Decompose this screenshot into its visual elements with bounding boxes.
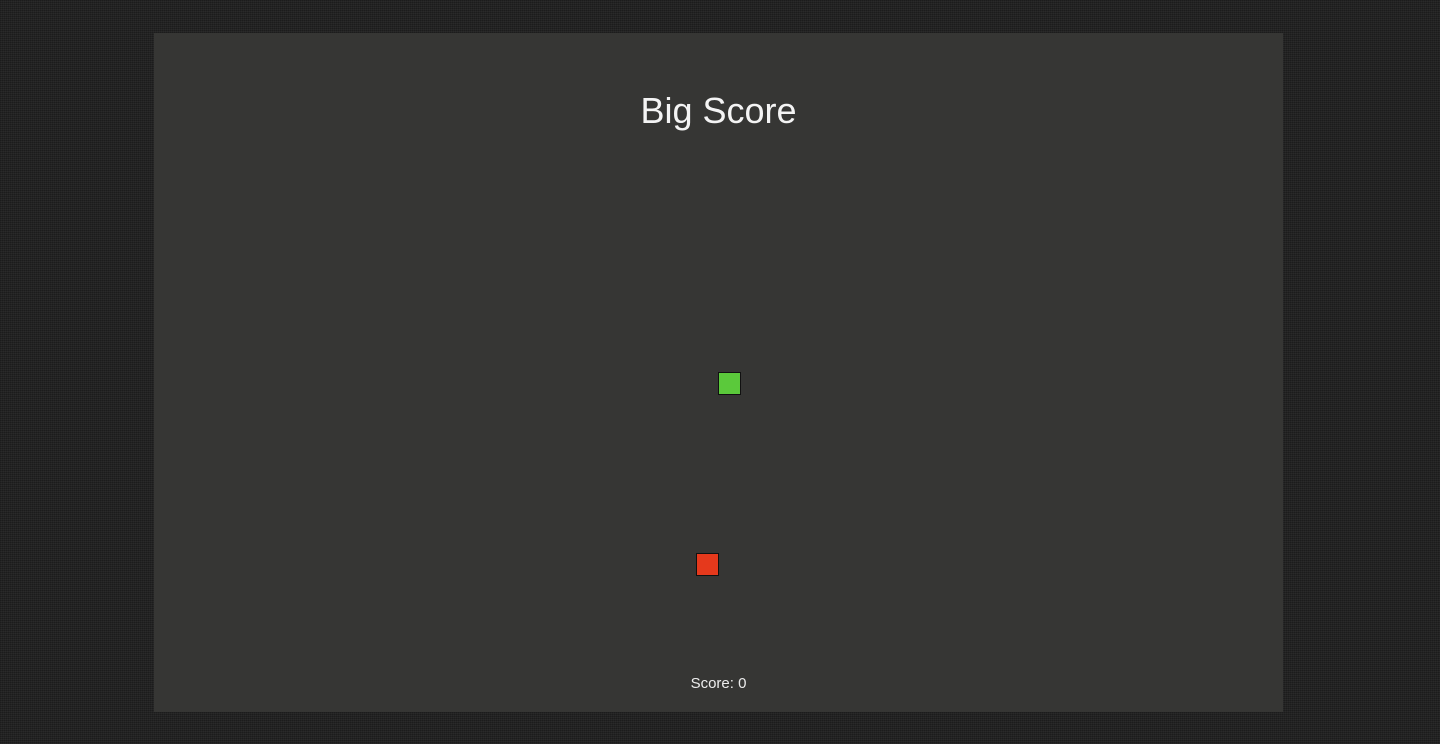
game-board[interactable]: Big Score Score: 0 bbox=[154, 33, 1283, 712]
score-display: Score: 0 bbox=[690, 675, 747, 692]
green-block bbox=[718, 372, 741, 395]
game-title: Big Score bbox=[640, 90, 797, 131]
red-block bbox=[696, 553, 719, 576]
